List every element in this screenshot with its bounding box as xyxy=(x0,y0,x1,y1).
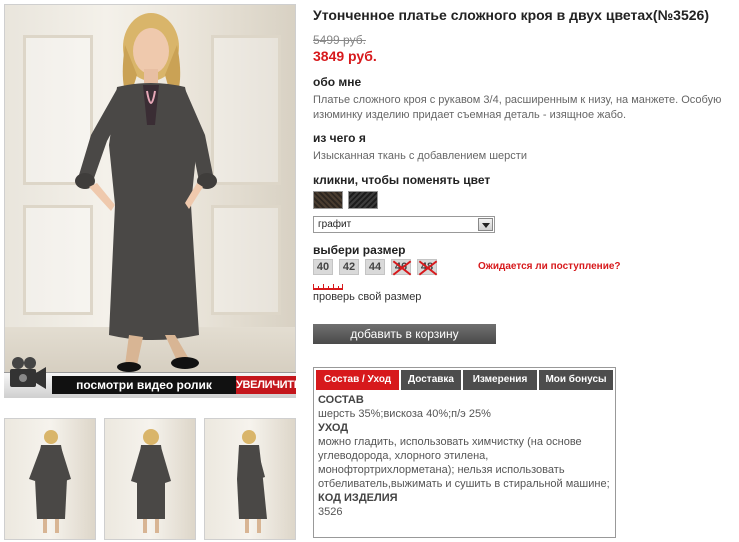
size-option-48-unavailable: 48 xyxy=(417,259,437,275)
restock-inquiry-link[interactable]: Ожидается ли поступление? xyxy=(478,261,621,272)
add-to-cart-button[interactable]: добавить в корзину xyxy=(313,324,496,344)
product-title: Утонченное платье сложного кроя в двух ц… xyxy=(313,7,709,23)
video-camera-icon[interactable] xyxy=(6,353,50,397)
size-option-46-unavailable: 46 xyxy=(391,259,411,275)
product-code-value: 3526 xyxy=(318,506,343,518)
thumbnail-front[interactable] xyxy=(4,418,96,540)
color-select-value: графит xyxy=(318,219,352,230)
thumbnail-image xyxy=(237,430,267,533)
tab-delivery[interactable]: Доставка xyxy=(401,370,462,390)
check-size-link[interactable]: проверь свой размер xyxy=(313,291,421,303)
size-option-40[interactable]: 40 xyxy=(313,259,333,275)
main-product-photo[interactable] xyxy=(4,4,296,398)
model-in-dress-image xyxy=(75,13,217,372)
tab-measurements[interactable]: Измерения xyxy=(463,370,538,390)
chevron-down-icon[interactable] xyxy=(478,218,493,231)
size-heading: выбери размер xyxy=(313,243,406,257)
color-heading: кликни, чтобы поменять цвет xyxy=(313,173,491,187)
tab-composition-care[interactable]: Состав / Уход xyxy=(316,370,400,390)
watch-video-link[interactable]: посмотри видео ролик xyxy=(52,376,236,394)
color-swatch-brown[interactable] xyxy=(313,191,343,209)
current-price: 3849 руб. xyxy=(313,48,377,64)
zoom-button[interactable]: УВЕЛИЧИТЬ xyxy=(236,376,302,394)
about-heading: обо мне xyxy=(313,75,362,89)
thumbnail-back[interactable] xyxy=(104,418,196,540)
care-heading: УХОД xyxy=(318,422,349,434)
about-text: Платье сложного кроя с рукавом 3/4, расш… xyxy=(313,94,722,121)
size-option-44[interactable]: 44 xyxy=(365,259,385,275)
material-heading: из чего я xyxy=(313,131,366,145)
size-option-42[interactable]: 42 xyxy=(339,259,359,275)
color-swatch-graphite[interactable] xyxy=(348,191,378,209)
product-code-heading: КОД ИЗДЕЛИЯ xyxy=(318,492,398,504)
composition-heading: СОСТАВ xyxy=(318,394,364,406)
care-text: можно гладить, использовать химчистку (н… xyxy=(318,436,610,490)
video-bar: посмотри видео ролик УВЕЛИЧИТЬ xyxy=(4,357,302,398)
color-select[interactable]: графит xyxy=(313,216,495,233)
tab-content: СОСТАВ шерсть 35%;вискоза 40%;п/э 25% УХ… xyxy=(318,393,610,519)
material-text: Изысканная ткань с добавлением шерсти xyxy=(313,150,527,162)
product-details-tabs: Состав / Уход Доставка Измерения Мои бон… xyxy=(313,367,616,538)
composition-text: шерсть 35%;вискоза 40%;п/э 25% xyxy=(318,408,491,420)
tab-bonuses[interactable]: Мои бонусы xyxy=(539,370,613,390)
old-price: 5499 руб. xyxy=(313,33,366,47)
thumbnail-image xyxy=(29,430,71,533)
ruler-icon xyxy=(313,284,343,290)
thumbnail-side[interactable] xyxy=(204,418,296,540)
thumbnail-image xyxy=(131,429,171,533)
